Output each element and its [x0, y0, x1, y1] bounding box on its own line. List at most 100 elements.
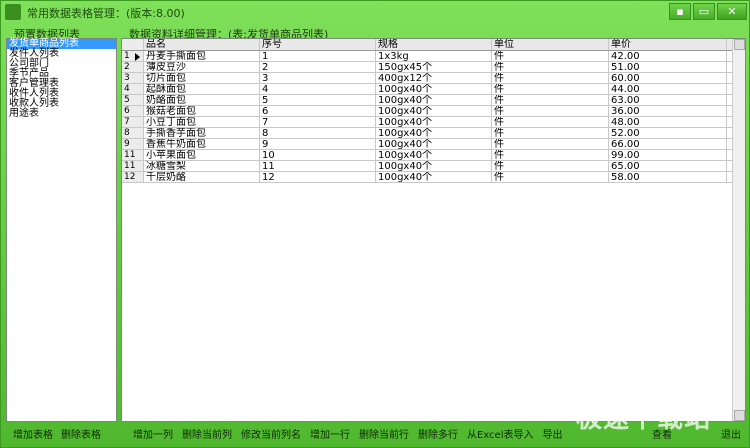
table-cell[interactable]: 63.00 — [609, 95, 727, 105]
table-cell[interactable]: 件 — [492, 62, 609, 72]
table-cell[interactable]: 奶酪面包 — [144, 95, 260, 105]
table-cell[interactable]: 150gx45个 — [376, 62, 492, 72]
table-cell[interactable]: 10 — [260, 150, 376, 160]
table-cell[interactable]: 件 — [492, 84, 609, 94]
table-cell[interactable]: 切片面包 — [144, 73, 260, 83]
table-cell[interactable]: 100gx40个 — [376, 172, 492, 182]
table-cell[interactable]: 小豆丁面包 — [144, 117, 260, 127]
table-cell[interactable]: 100gx40个 — [376, 84, 492, 94]
table-cell[interactable]: 42.00 — [609, 51, 727, 61]
table-cell[interactable]: 3 — [260, 73, 376, 83]
table-cell[interactable]: 36.00 — [609, 106, 727, 116]
table-cell[interactable]: 薄皮豆沙 — [144, 62, 260, 72]
table-row[interactable]: 11 冰糖雪梨 11 100gx40个件 65.00 — [122, 161, 745, 172]
table-cell[interactable]: 香蕉牛奶面包 — [144, 139, 260, 149]
right-toolbar-button[interactable]: 删除当前行 — [359, 426, 409, 441]
table-row[interactable]: 11 小苹果面包 10 100gx40个件 99.00 — [122, 150, 745, 161]
maximize-button[interactable]: ▭ — [693, 3, 715, 20]
table-cell[interactable]: 冰糖雪梨 — [144, 161, 260, 171]
table-cell[interactable]: 件 — [492, 95, 609, 105]
row-number: 2 — [122, 62, 144, 72]
table-cell[interactable]: 52.00 — [609, 128, 727, 138]
table-cell[interactable]: 丹麦手撕面包 — [144, 51, 260, 61]
table-cell[interactable]: 65.00 — [609, 161, 727, 171]
table-cell[interactable]: 起酥面包 — [144, 84, 260, 94]
close-button[interactable]: ✕ — [717, 3, 747, 20]
table-cell[interactable]: 99.00 — [609, 150, 727, 160]
table-cell[interactable]: 件 — [492, 128, 609, 138]
table-cell[interactable]: 件 — [492, 139, 609, 149]
preset-list-item[interactable]: 用途表 — [7, 109, 116, 119]
table-cell[interactable]: 100gx40个 — [376, 161, 492, 171]
table-cell[interactable]: 猴菇老面包 — [144, 106, 260, 116]
row-number: 9 — [122, 139, 144, 149]
right-toolbar-button[interactable]: 导出 — [543, 426, 563, 441]
table-cell[interactable]: 6 — [260, 106, 376, 116]
table-row[interactable]: 5 奶酪面包 5 100gx40个件 63.00 — [122, 95, 745, 106]
table-cell[interactable]: 100gx40个 — [376, 128, 492, 138]
table-cell[interactable]: 58.00 — [609, 172, 727, 182]
table-cell[interactable]: 7 — [260, 117, 376, 127]
table-cell[interactable]: 60.00 — [609, 73, 727, 83]
minimize-button[interactable]: ▪ — [669, 3, 691, 20]
table-cell[interactable]: 件 — [492, 150, 609, 160]
data-grid[interactable]: 品名 序号 规格 单位 单价 1 丹麦手撕面包 1 1x3kg 件 42.00 2 薄皮豆沙 2 150g… — [121, 38, 746, 422]
preset-table-list[interactable]: 发货单商品列表 发件人列表 公司部门 季节产品 客户管理表 收件人列表 收款人列表 用途表 — [6, 38, 117, 422]
column-header[interactable]: 序号 — [260, 39, 376, 50]
table-cell[interactable]: 44.00 — [609, 84, 727, 94]
table-row[interactable]: 4 起酥面包 4 100gx40个件 44.00 — [122, 84, 745, 95]
left-toolbar-button[interactable]: 增加表格 — [13, 426, 53, 441]
table-cell[interactable]: 件 — [492, 161, 609, 171]
table-cell[interactable]: 手撕香芋面包 — [144, 128, 260, 138]
scroll-up-icon[interactable] — [734, 39, 745, 50]
column-header[interactable]: 规格 — [376, 39, 492, 50]
table-row[interactable]: 9 香蕉牛奶面包 9 100gx40个件 66.00 — [122, 139, 745, 150]
table-cell[interactable]: 66.00 — [609, 139, 727, 149]
left-toolbar-button[interactable]: 删除表格 — [61, 426, 101, 441]
table-cell[interactable]: 12 — [260, 172, 376, 182]
table-cell[interactable]: 100gx40个 — [376, 139, 492, 149]
right-toolbar-button[interactable]: 增加一列 — [133, 426, 173, 441]
table-row[interactable]: 7 小豆丁面包 7 100gx40个件 48.00 — [122, 117, 745, 128]
table-cell[interactable]: 件 — [492, 51, 609, 61]
table-cell[interactable]: 小苹果面包 — [144, 150, 260, 160]
right-toolbar-button[interactable]: 增加一行 — [310, 426, 350, 441]
table-cell[interactable]: 100gx40个 — [376, 150, 492, 160]
table-cell[interactable]: 5 — [260, 95, 376, 105]
right-toolbar-button[interactable]: 从Excel表导入 — [467, 426, 534, 441]
table-cell[interactable]: 1 — [260, 51, 376, 61]
table-cell[interactable]: 千层奶酪 — [144, 172, 260, 182]
table-cell[interactable]: 100gx40个 — [376, 106, 492, 116]
table-row[interactable]: 2 薄皮豆沙 2 150gx45个件 51.00 — [122, 62, 745, 73]
right-toolbar-button[interactable]: 删除多行 — [418, 426, 458, 441]
table-cell[interactable]: 400gx12个 — [376, 73, 492, 83]
column-header[interactable]: 单价 — [609, 39, 727, 50]
table-row[interactable]: 12 千层奶酪 12 100gx40个件 58.00 — [122, 172, 745, 183]
table-row[interactable]: 8 手撕香芋面包 8 100gx40个件 52.00 — [122, 128, 745, 139]
scroll-down-icon[interactable] — [734, 410, 745, 421]
table-cell[interactable]: 9 — [260, 139, 376, 149]
table-cell[interactable]: 51.00 — [609, 62, 727, 72]
table-row[interactable]: 3 切片面包 3 400gx12个件 60.00 — [122, 73, 745, 84]
right-toolbar-button[interactable]: 删除当前列 — [182, 426, 232, 441]
table-cell[interactable]: 48.00 — [609, 117, 727, 127]
table-row[interactable]: 6 猴菇老面包 6 100gx40个件 36.00 — [122, 106, 745, 117]
table-cell[interactable]: 件 — [492, 106, 609, 116]
table-cell[interactable]: 100gx40个 — [376, 95, 492, 105]
table-cell[interactable]: 11 — [260, 161, 376, 171]
table-cell[interactable]: 8 — [260, 128, 376, 138]
view-button[interactable]: 查看 — [652, 426, 672, 441]
table-cell[interactable]: 1x3kg — [376, 51, 492, 61]
column-header[interactable]: 单位 — [492, 39, 609, 50]
vertical-scrollbar[interactable] — [732, 39, 745, 421]
table-cell[interactable]: 件 — [492, 117, 609, 127]
exit-button[interactable]: 退出 — [721, 426, 741, 441]
column-header[interactable]: 品名 — [144, 39, 260, 50]
table-cell[interactable]: 2 — [260, 62, 376, 72]
table-cell[interactable]: 4 — [260, 84, 376, 94]
table-cell[interactable]: 件 — [492, 73, 609, 83]
table-cell[interactable]: 件 — [492, 172, 609, 182]
table-row[interactable]: 1 丹麦手撕面包 1 1x3kg 件 42.00 — [122, 51, 745, 62]
table-cell[interactable]: 100gx40个 — [376, 117, 492, 127]
right-toolbar-button[interactable]: 修改当前列名 — [241, 426, 301, 441]
